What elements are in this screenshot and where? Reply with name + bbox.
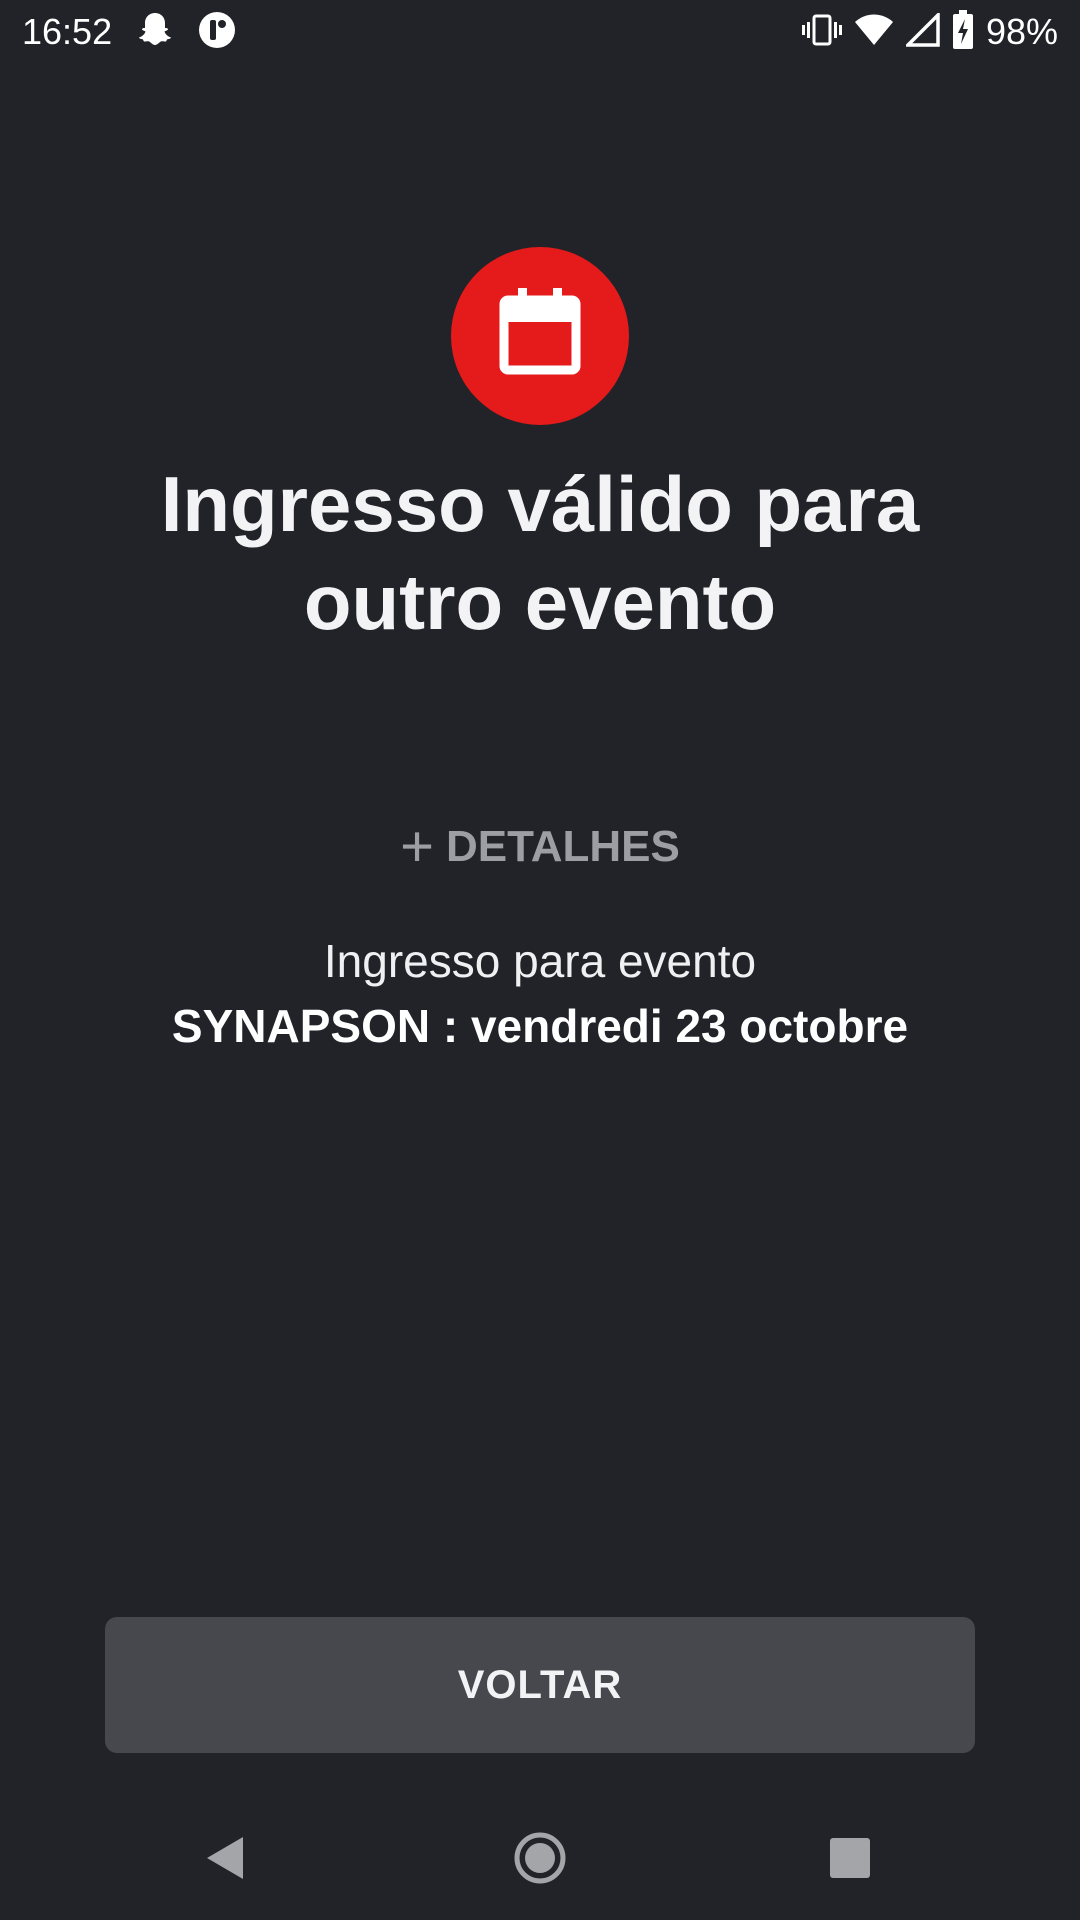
recents-icon <box>828 1836 872 1885</box>
wifi-icon <box>854 13 894 52</box>
details-label: DETALHES <box>446 822 680 871</box>
event-name-text: SYNAPSON : vendredi 23 octobre <box>171 1000 909 1052</box>
status-right: 98% <box>801 9 1058 55</box>
event-status-badge <box>451 247 629 425</box>
status-bar: 16:52 98% <box>0 0 1080 64</box>
nav-back-button[interactable] <box>186 1820 266 1900</box>
signal-icon <box>903 10 940 52</box>
battery-percent: 98% <box>985 11 1058 52</box>
plus-icon: + <box>400 814 434 879</box>
page-title: Ingresso válido para outro evento <box>60 455 1020 651</box>
status-time: 16:52 <box>22 11 113 52</box>
home-icon <box>512 1830 568 1891</box>
ticket-type-text: Ingresso para evento <box>323 935 757 987</box>
calendar-icon <box>490 284 590 389</box>
back-button[interactable]: VOLTAR <box>105 1617 975 1753</box>
app-notification-icon <box>197 10 237 55</box>
screen: 16:52 98% Ingresso válido para outro eve… <box>0 0 1080 1920</box>
vibrate-icon <box>801 12 842 53</box>
back-icon <box>201 1833 251 1888</box>
ticket-info: Ingresso para evento SYNAPSON : vendredi… <box>40 932 1040 1062</box>
status-left-icons <box>135 10 237 55</box>
details-toggle-button[interactable]: + DETALHES <box>0 814 1080 879</box>
battery-charging-icon <box>952 9 974 55</box>
snapchat-icon <box>135 10 175 55</box>
nav-recents-button[interactable] <box>810 1820 890 1900</box>
title-line-1: Ingresso válido para <box>160 460 920 548</box>
nav-home-button[interactable] <box>500 1820 580 1900</box>
title-line-2: outro evento <box>303 558 777 646</box>
navigation-bar <box>0 1790 1080 1920</box>
